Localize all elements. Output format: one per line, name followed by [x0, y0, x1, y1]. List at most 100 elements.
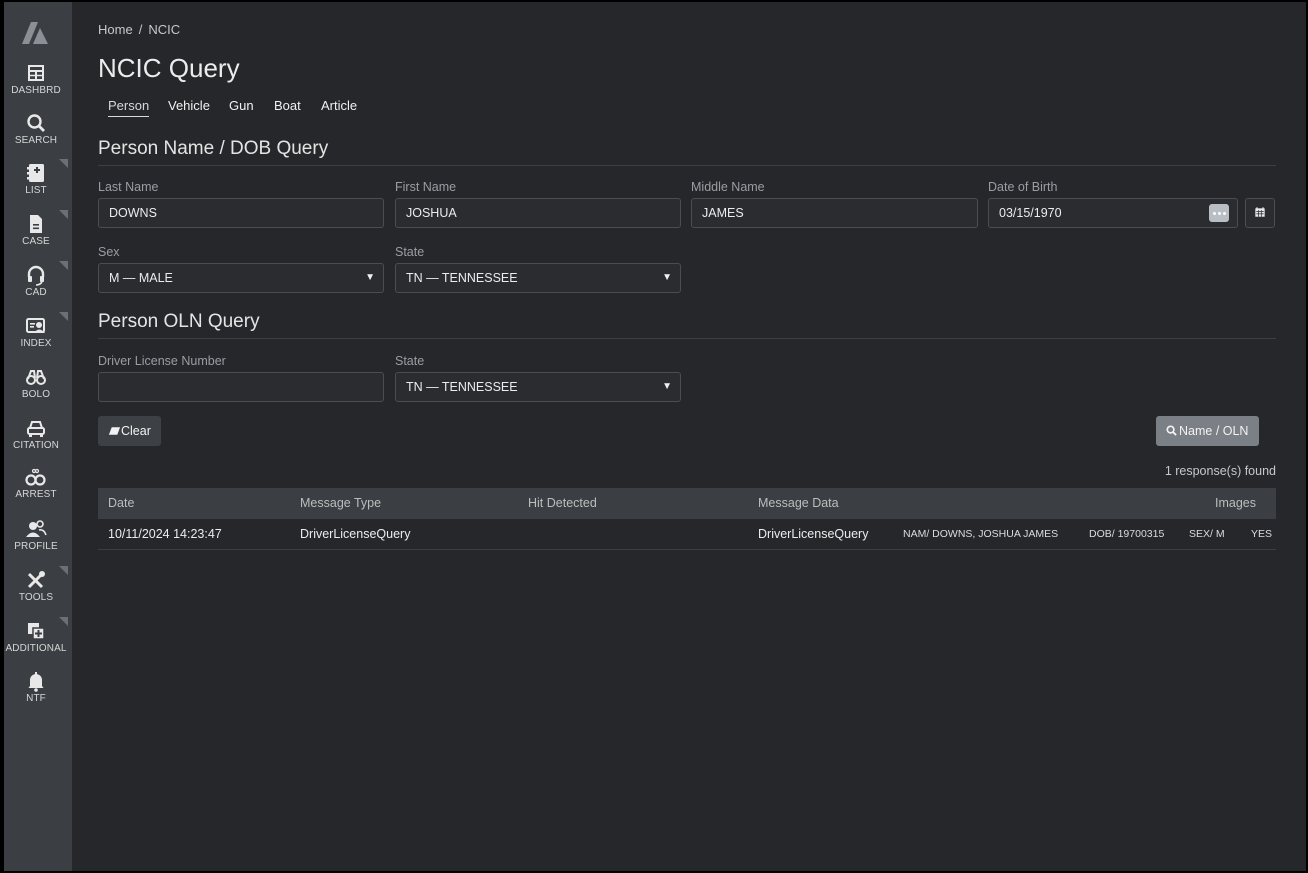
- search-icon: [1166, 425, 1177, 436]
- dob-label: Date of Birth: [988, 180, 1058, 194]
- sidebar-item-arrest[interactable]: ARREST: [0, 466, 72, 514]
- sidebar-label-arrest: ARREST: [15, 489, 57, 500]
- handcuffs-icon: [25, 468, 46, 486]
- submenu-indicator: [59, 566, 68, 575]
- breadcrumb-home[interactable]: Home: [98, 22, 133, 37]
- last-name-input[interactable]: [98, 198, 384, 228]
- calendar-button[interactable]: [1245, 198, 1275, 228]
- bell-icon: [28, 672, 44, 692]
- sidebar-item-case[interactable]: CASE: [0, 210, 72, 261]
- breadcrumb: Home / NCIC: [98, 22, 180, 37]
- sidebar-label-ntf: NTF: [26, 693, 46, 704]
- sidebar-label-case: CASE: [22, 236, 50, 247]
- table-row[interactable]: 10/11/2024 14:23:47 DriverLicenseQuery D…: [98, 519, 1276, 550]
- row-name-data: NAM/ DOWNS, JOSHUA JAMES: [903, 528, 1059, 540]
- page-title: NCIC Query: [98, 53, 240, 83]
- sidebar-label-cad: CAD: [25, 287, 47, 298]
- tab-article[interactable]: Article: [321, 98, 357, 113]
- calendar-icon: [1255, 207, 1265, 217]
- breadcrumb-current: NCIC: [148, 22, 181, 37]
- dl-number-label: Driver License Number: [98, 354, 226, 368]
- tab-person[interactable]: Person: [108, 98, 150, 117]
- binoculars-icon: [26, 370, 46, 385]
- sidebar-item-bolo[interactable]: BOLO: [0, 366, 72, 414]
- profile-icon: [26, 520, 47, 537]
- first-name-input[interactable]: [395, 198, 681, 228]
- oln-state-label: State: [395, 354, 425, 368]
- submenu-indicator: [59, 159, 68, 168]
- name-oln-query-button[interactable]: Name / OLN: [1156, 416, 1259, 446]
- state-select[interactable]: TN — TENNESSEE ▼: [395, 263, 681, 293]
- sex-select-value: M — MALE: [109, 271, 173, 285]
- name-dob-section-title: Person Name / DOB Query: [98, 138, 1276, 166]
- sex-select[interactable]: M — MALE ▼: [98, 263, 384, 293]
- sidebar-label-tools: TOOLS: [18, 592, 54, 603]
- sidebar-label-search: SEARCH: [14, 135, 58, 146]
- additional-icon: [28, 623, 45, 640]
- app-logo[interactable]: [22, 22, 52, 44]
- dob-value: 03/15/1970: [999, 206, 1062, 220]
- sidebar-item-list[interactable]: LIST: [0, 159, 72, 210]
- responses-count: 1 response(s) found: [1164, 464, 1276, 478]
- column-header-images[interactable]: Images: [1215, 488, 1256, 519]
- results-table-header: Date Message Type Hit Detected Message D…: [98, 488, 1276, 519]
- sidebar-item-citation[interactable]: CITATION: [0, 417, 72, 465]
- sidebar-label-dashboard: DASHBRD: [11, 85, 61, 96]
- row-date: 10/11/2024 14:23:47: [108, 527, 222, 541]
- state-label: State: [395, 245, 425, 259]
- middle-name-input[interactable]: [691, 198, 978, 228]
- car-icon: [27, 421, 45, 437]
- sidebar-item-ntf[interactable]: NTF: [0, 670, 72, 718]
- clear-button[interactable]: Clear: [98, 416, 161, 446]
- submenu-indicator: [59, 312, 68, 321]
- tab-gun[interactable]: Gun: [229, 98, 254, 113]
- eraser-icon: [108, 427, 121, 435]
- sidebar-item-dashboard[interactable]: DASHBRD: [0, 62, 72, 110]
- tab-vehicle[interactable]: Vehicle: [168, 98, 210, 113]
- sex-label: Sex: [98, 245, 120, 259]
- sidebar-item-additional[interactable]: ADDITIONAL: [0, 617, 72, 668]
- row-images: YES: [1251, 528, 1273, 540]
- sidebar: DASHBRD SEARCH LIST CASE CAD INDEX BOLO …: [0, 0, 72, 873]
- oln-state-select-value: TN — TENNESSEE: [406, 380, 518, 394]
- dropdown-arrow-icon: ▼: [365, 272, 375, 283]
- row-sex-data: SEX/ M: [1189, 528, 1225, 540]
- dropdown-arrow-icon: ▼: [662, 381, 672, 392]
- sidebar-label-profile: PROFILE: [14, 541, 58, 552]
- sidebar-item-index[interactable]: INDEX: [0, 312, 72, 363]
- column-header-message-type[interactable]: Message Type: [300, 488, 381, 519]
- state-select-value: TN — TENNESSEE: [406, 271, 518, 285]
- column-header-hit-detected[interactable]: Hit Detected: [528, 488, 597, 519]
- column-header-date[interactable]: Date: [108, 488, 134, 519]
- row-message-data: DriverLicenseQuery: [758, 527, 869, 541]
- search-icon: [27, 114, 45, 132]
- sidebar-item-tools[interactable]: TOOLS: [0, 566, 72, 617]
- sidebar-label-additional: ADDITIONAL: [5, 643, 67, 654]
- list-icon: [27, 164, 44, 182]
- middle-name-label: Middle Name: [691, 180, 765, 194]
- window-frame: [0, 0, 1308, 873]
- dl-number-input[interactable]: [98, 372, 384, 402]
- headset-icon: [27, 265, 45, 286]
- submenu-indicator: [59, 210, 68, 219]
- dob-options-button[interactable]: [1209, 204, 1229, 222]
- case-icon: [30, 215, 42, 233]
- first-name-label: First Name: [395, 180, 457, 194]
- sidebar-label-citation: CITATION: [13, 440, 59, 451]
- oln-state-select[interactable]: TN — TENNESSEE ▼: [395, 372, 681, 402]
- sidebar-label-bolo: BOLO: [21, 389, 51, 400]
- tab-boat[interactable]: Boat: [274, 98, 301, 113]
- column-header-message-data[interactable]: Message Data: [758, 488, 839, 519]
- submenu-indicator: [59, 261, 68, 270]
- sidebar-item-cad[interactable]: CAD: [0, 261, 72, 312]
- sidebar-label-index: INDEX: [20, 338, 52, 349]
- last-name-label: Last Name: [98, 180, 159, 194]
- sidebar-item-search[interactable]: SEARCH: [0, 112, 72, 160]
- sidebar-item-profile[interactable]: PROFILE: [0, 518, 72, 566]
- query-button-label: Name / OLN: [1179, 424, 1249, 438]
- dropdown-arrow-icon: ▼: [662, 272, 672, 283]
- dashboard-icon: [28, 65, 44, 81]
- breadcrumb-separator: /: [138, 22, 143, 37]
- dob-input[interactable]: 03/15/1970: [988, 198, 1238, 228]
- row-dob-data: DOB/ 19700315: [1089, 528, 1165, 540]
